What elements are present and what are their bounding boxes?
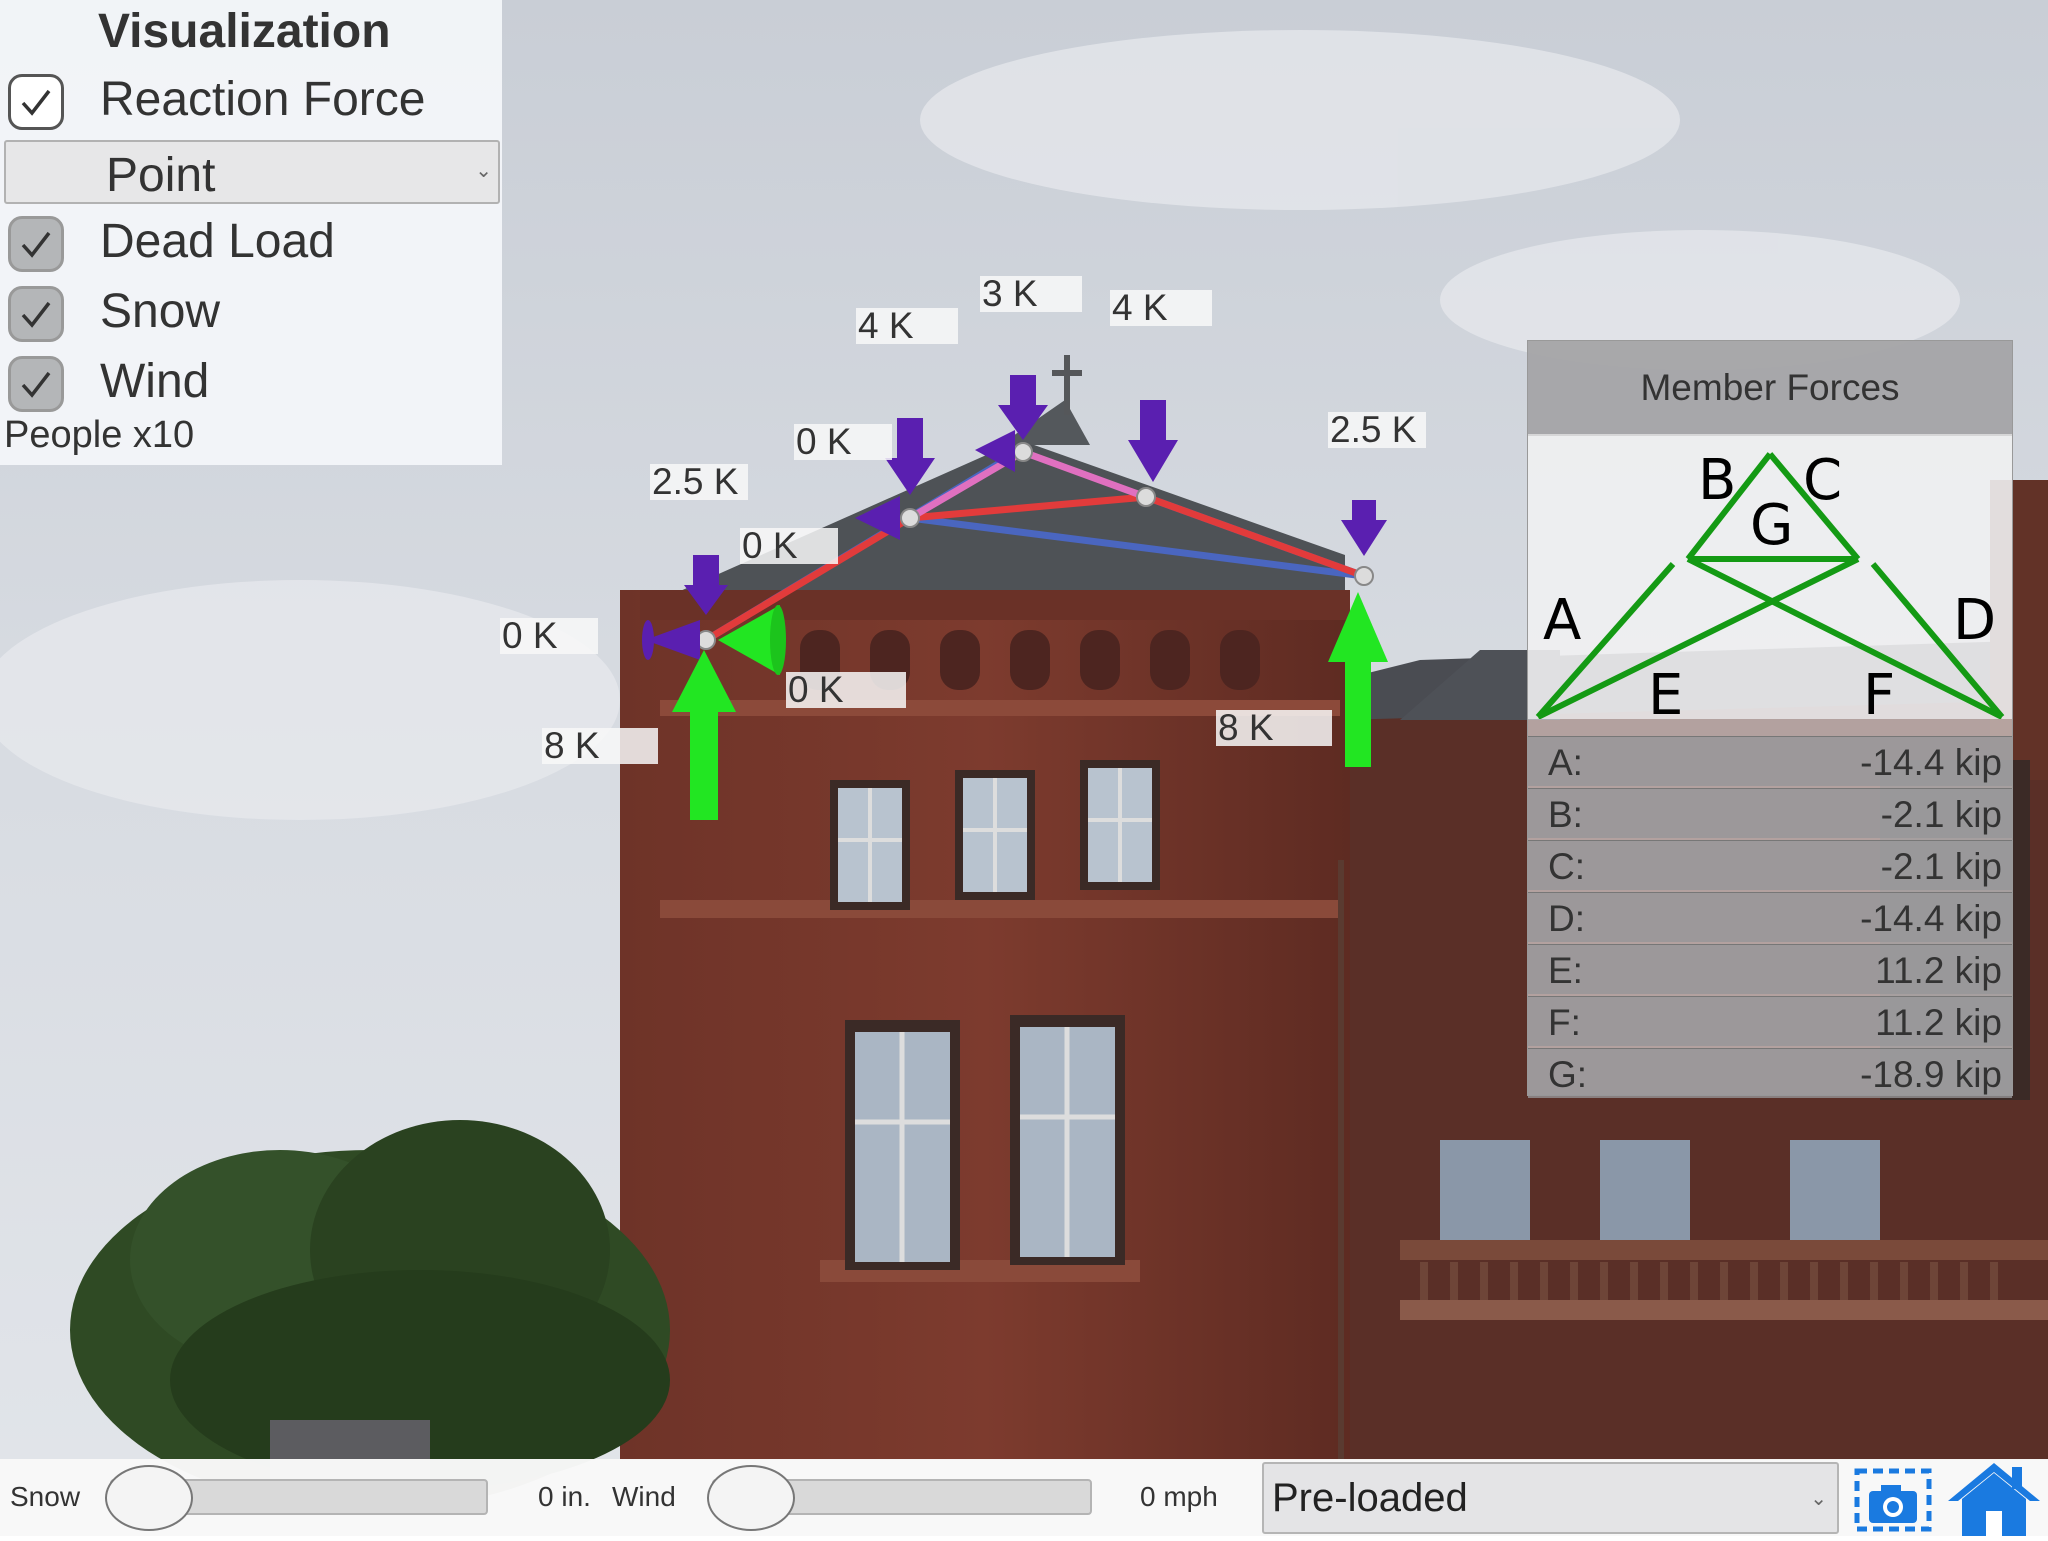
reaction-type-value: Point — [106, 149, 216, 202]
reaction-force-toggle[interactable]: Reaction Force — [0, 70, 502, 132]
checkmark-icon — [21, 231, 51, 258]
diagram-label-a: A — [1543, 588, 1581, 653]
load-label-apex: 3 K — [980, 275, 1082, 312]
reaction-force-label: Reaction Force — [100, 73, 426, 126]
home-icon — [1948, 1463, 2040, 1536]
load-label-left-mid: 4 K — [856, 307, 958, 344]
load-label-left-reaction: 8 K — [542, 727, 658, 764]
diagram-label-f: F — [1863, 663, 1895, 719]
force-value: -14.4 kip — [1860, 898, 2002, 939]
people-multiplier-label: People x10 — [4, 414, 195, 456]
force-row-b: B: -2.1 kip — [1528, 788, 2012, 838]
camera-icon — [1854, 1468, 1932, 1532]
checkmark-icon — [21, 301, 51, 328]
wind-slider-thumb[interactable] — [707, 1465, 795, 1531]
force-value: 11.2 kip — [1875, 950, 2002, 991]
snow-slider-label: Snow — [10, 1481, 81, 1512]
dead-load-toggle[interactable]: Dead Load — [0, 212, 502, 274]
force-row-a: A: -14.4 kip — [1528, 736, 2012, 786]
wind-toggle[interactable]: Wind — [0, 352, 502, 414]
force-row-e: E: 11.2 kip — [1528, 944, 2012, 994]
preset-dropdown[interactable]: Pre-loaded ⌄ — [1262, 1462, 1839, 1534]
force-name: B: — [1548, 794, 1583, 835]
load-label-right-mid: 4 K — [1110, 289, 1212, 326]
diagram-label-g: G — [1750, 493, 1793, 558]
load-label-right-eave: 2.5 K — [1328, 411, 1426, 448]
wind-slider-label: Wind — [612, 1481, 676, 1512]
dead-load-label: Dead Load — [100, 215, 335, 268]
member-forces-header: Member Forces — [1528, 341, 2012, 436]
member-forces-table: A: -14.4 kip B: -2.1 kip C: -2.1 kip D: … — [1528, 736, 2012, 1100]
preset-value: Pre-loaded — [1272, 1476, 1468, 1520]
load-label-left-mid-wind: 0 K — [794, 423, 892, 460]
reaction-type-dropdown[interactable]: Point ⌄ — [4, 140, 500, 204]
checkmark-icon — [21, 89, 51, 116]
load-label-right-reaction: 8 K — [1216, 709, 1332, 746]
force-value: -2.1 kip — [1880, 846, 2002, 887]
load-label-left-side: 0 K — [500, 617, 598, 654]
truss-member-diagram: A B C D E F G — [1528, 434, 2012, 719]
diagram-label-c: C — [1803, 448, 1842, 513]
load-label-left-wind: 0 K — [740, 527, 838, 564]
force-name: D: — [1548, 898, 1585, 939]
snow-slider-thumb[interactable] — [105, 1465, 193, 1531]
diagram-label-b: B — [1698, 448, 1736, 513]
wind-checkbox[interactable] — [8, 356, 64, 412]
force-value: -18.9 kip — [1860, 1054, 2002, 1095]
force-name: A: — [1548, 742, 1583, 783]
member-forces-panel: Member Forces A B C D E F G A: -14.4 kip… — [1527, 340, 2013, 1098]
force-value: -14.4 kip — [1860, 742, 2002, 783]
force-name: E: — [1548, 950, 1583, 991]
visualization-title: Visualization — [98, 5, 391, 58]
screenshot-button[interactable] — [1853, 1463, 1933, 1535]
force-row-f: F: 11.2 kip — [1528, 996, 2012, 1046]
force-name: F: — [1548, 1002, 1581, 1043]
chevron-down-icon: ⌄ — [475, 160, 492, 182]
member-forces-title: Member Forces — [1640, 367, 1900, 408]
force-row-g: G: -18.9 kip — [1528, 1048, 2012, 1098]
force-name: G: — [1548, 1054, 1588, 1095]
dead-load-checkbox[interactable] — [8, 216, 64, 272]
force-row-c: C: -2.1 kip — [1528, 840, 2012, 890]
force-value: 11.2 kip — [1875, 1002, 2002, 1043]
snow-value: 0 in. — [538, 1481, 591, 1512]
bottom-toolbar: Snow 0 in. Wind 0 mph Pre-loaded ⌄ — [0, 1459, 2048, 1536]
load-label-left-eave: 2.5 K — [650, 463, 748, 500]
reaction-force-checkbox[interactable] — [8, 74, 64, 130]
snow-label: Snow — [100, 285, 221, 338]
home-button[interactable] — [1942, 1459, 2046, 1536]
load-label-left-bottom: 0 K — [786, 671, 906, 708]
force-value: -2.1 kip — [1880, 794, 2002, 835]
visualization-panel: Visualization Reaction Force Point ⌄ Dea… — [0, 0, 502, 465]
force-row-d: D: -14.4 kip — [1528, 892, 2012, 942]
diagram-member-e — [1536, 556, 1860, 719]
diagram-label-d: D — [1953, 588, 1996, 653]
chevron-down-icon: ⌄ — [1810, 1488, 1827, 1510]
diagram-label-e: E — [1648, 663, 1683, 719]
wind-label: Wind — [100, 355, 210, 408]
snow-checkbox[interactable] — [8, 286, 64, 342]
wind-value: 0 mph — [1140, 1481, 1218, 1512]
checkmark-icon — [21, 371, 51, 398]
force-name: C: — [1548, 846, 1585, 887]
snow-toggle[interactable]: Snow — [0, 282, 502, 344]
